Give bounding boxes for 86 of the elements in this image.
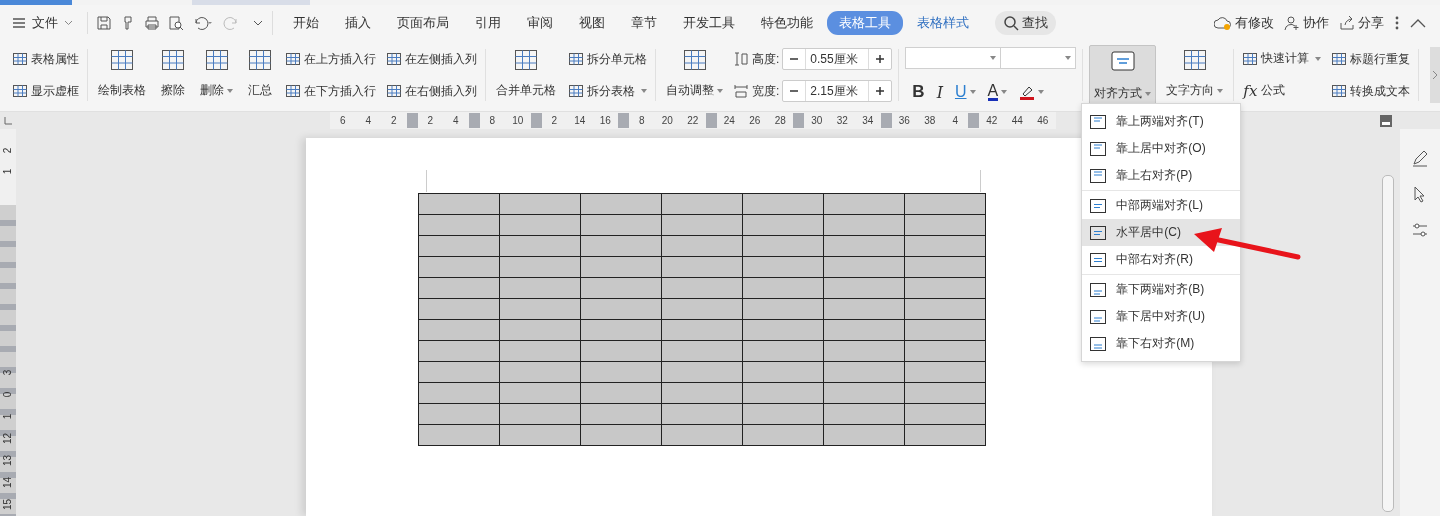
ruler-number: 14 xyxy=(1,476,15,489)
menu-tab[interactable]: 页面布局 xyxy=(385,11,461,35)
ribbon-button[interactable]: 显示虚框 xyxy=(10,80,81,102)
ruler-number: 26 xyxy=(748,115,762,126)
format-button[interactable]: U xyxy=(951,82,979,102)
ruler-number: 24 xyxy=(722,115,736,126)
menu-tab[interactable]: 开发工具 xyxy=(671,11,747,35)
ribbon-button[interactable]: 在左侧插入列 xyxy=(384,48,479,70)
menu-tab[interactable]: 章节 xyxy=(619,11,669,35)
align-button[interactable]: 对齐方式 xyxy=(1089,45,1157,105)
ruler-number: 38 xyxy=(923,115,937,126)
ruler-number: 12 xyxy=(1,432,15,445)
ruler-number: 14 xyxy=(573,115,587,126)
ruler-number: 30 xyxy=(810,115,824,126)
ruler-number: 8 xyxy=(488,115,497,126)
ribbon-button[interactable]: 删除 xyxy=(196,43,237,107)
ribbon-button[interactable]: 转换成文本 xyxy=(1329,80,1413,102)
ribbon-button[interactable]: 快速计算 xyxy=(1240,48,1324,70)
ruler-number: 0 xyxy=(1,391,15,398)
ruler-number: 1 xyxy=(1,413,15,420)
ruler-number: 2 xyxy=(426,115,435,126)
ruler-number: 13 xyxy=(1,454,15,467)
ruler-number: 2 xyxy=(1,147,15,154)
ruler-number: 2 xyxy=(550,115,559,126)
menu-item[interactable]: 靠下居中对齐(U) xyxy=(1082,303,1241,330)
menu-item[interactable]: 靠上居中对齐(O) xyxy=(1082,135,1241,162)
ruler-number: 4 xyxy=(951,115,960,126)
format-button[interactable]: I xyxy=(933,81,946,103)
ribbon-button[interactable]: 汇总 xyxy=(243,43,277,107)
ruler-number: 22 xyxy=(686,115,700,126)
ribbon-button[interactable]: 合并单元格 xyxy=(492,43,560,107)
size-label: 高度: xyxy=(752,50,780,68)
menu-tab[interactable]: 开始 xyxy=(281,11,331,35)
ribbon-button[interactable]: 拆分表格 xyxy=(566,80,649,102)
file-menu[interactable]: 文件 xyxy=(6,10,79,36)
format-button[interactable]: B xyxy=(909,81,928,103)
menu-tab[interactable]: 特色功能 xyxy=(749,11,825,35)
format-button[interactable]: A xyxy=(984,82,1011,102)
size-label: 宽度: xyxy=(752,82,780,100)
ruler-number: 32 xyxy=(835,115,849,126)
menu-item[interactable]: 靠下两端对齐(B) xyxy=(1082,276,1241,303)
size-spinner[interactable]: 2.15厘米 xyxy=(782,80,893,102)
ribbon-button[interactable]: 拆分单元格 xyxy=(566,48,649,70)
size-spinner[interactable]: 0.55厘米 xyxy=(782,48,893,70)
menu-item[interactable]: 靠上右对齐(P) xyxy=(1082,162,1241,189)
ruler-number: 2 xyxy=(389,115,398,126)
ribbon-button[interactable]: 自动调整 xyxy=(662,43,727,107)
ruler-number: 10 xyxy=(511,115,525,126)
ruler-number: 36 xyxy=(897,115,911,126)
ruler-number: 4 xyxy=(451,115,460,126)
search-button[interactable]: 查找 xyxy=(995,11,1056,35)
ruler-number: 4 xyxy=(364,115,373,126)
ruler-number: 6 xyxy=(338,115,347,126)
ruler-number: 34 xyxy=(861,115,875,126)
menu-tab[interactable]: 表格样式 xyxy=(905,11,981,35)
menu-tab[interactable]: 插入 xyxy=(333,11,383,35)
menu-item[interactable]: 靠下右对齐(M) xyxy=(1082,330,1241,357)
menu-item[interactable]: 中部两端对齐(L) xyxy=(1082,192,1241,219)
menu-item[interactable]: 靠上两端对齐(T) xyxy=(1082,108,1241,135)
menu-tab[interactable]: 引用 xyxy=(463,11,513,35)
ribbon-button[interactable]: 在上方插入行 xyxy=(283,48,378,70)
toolbar-action[interactable]: 协作 xyxy=(1284,14,1329,32)
menu-item[interactable]: 水平居中(C) xyxy=(1082,219,1241,246)
menu-tab[interactable]: 审阅 xyxy=(515,11,565,35)
ribbon-button[interactable]: 擦除 xyxy=(156,43,190,107)
ribbon-button[interactable]: 在下方插入行 xyxy=(283,80,378,102)
ruler-number: 1 xyxy=(1,168,15,175)
ruler-number: 28 xyxy=(773,115,787,126)
ruler-number: 46 xyxy=(1036,115,1050,126)
ruler-number: 44 xyxy=(1010,115,1024,126)
menu-item[interactable]: 中部右对齐(R) xyxy=(1082,246,1241,273)
ribbon-button[interactable]: 表格属性 xyxy=(10,48,81,70)
ribbon-button[interactable]: 文字方向 xyxy=(1162,43,1228,107)
ribbon-button[interactable]: 在右侧插入列 xyxy=(384,80,479,102)
ribbon-button[interactable]: 绘制表格 xyxy=(94,43,150,107)
ruler-number: 8 xyxy=(637,115,646,126)
ruler-number: 20 xyxy=(660,115,674,126)
ruler-number: 3 xyxy=(1,369,15,376)
menu-tab[interactable]: 视图 xyxy=(567,11,617,35)
ribbon-button[interactable]: 标题行重复 xyxy=(1329,48,1413,70)
ribbon-button[interactable]: fx 公式 xyxy=(1240,79,1324,102)
toolbar-action[interactable]: 分享 xyxy=(1339,14,1384,32)
ruler-number: 16 xyxy=(598,115,612,126)
toolbar-action[interactable]: 有修改 xyxy=(1214,14,1274,32)
ruler-number: 42 xyxy=(985,115,999,126)
ruler-number: 15 xyxy=(1,498,15,511)
